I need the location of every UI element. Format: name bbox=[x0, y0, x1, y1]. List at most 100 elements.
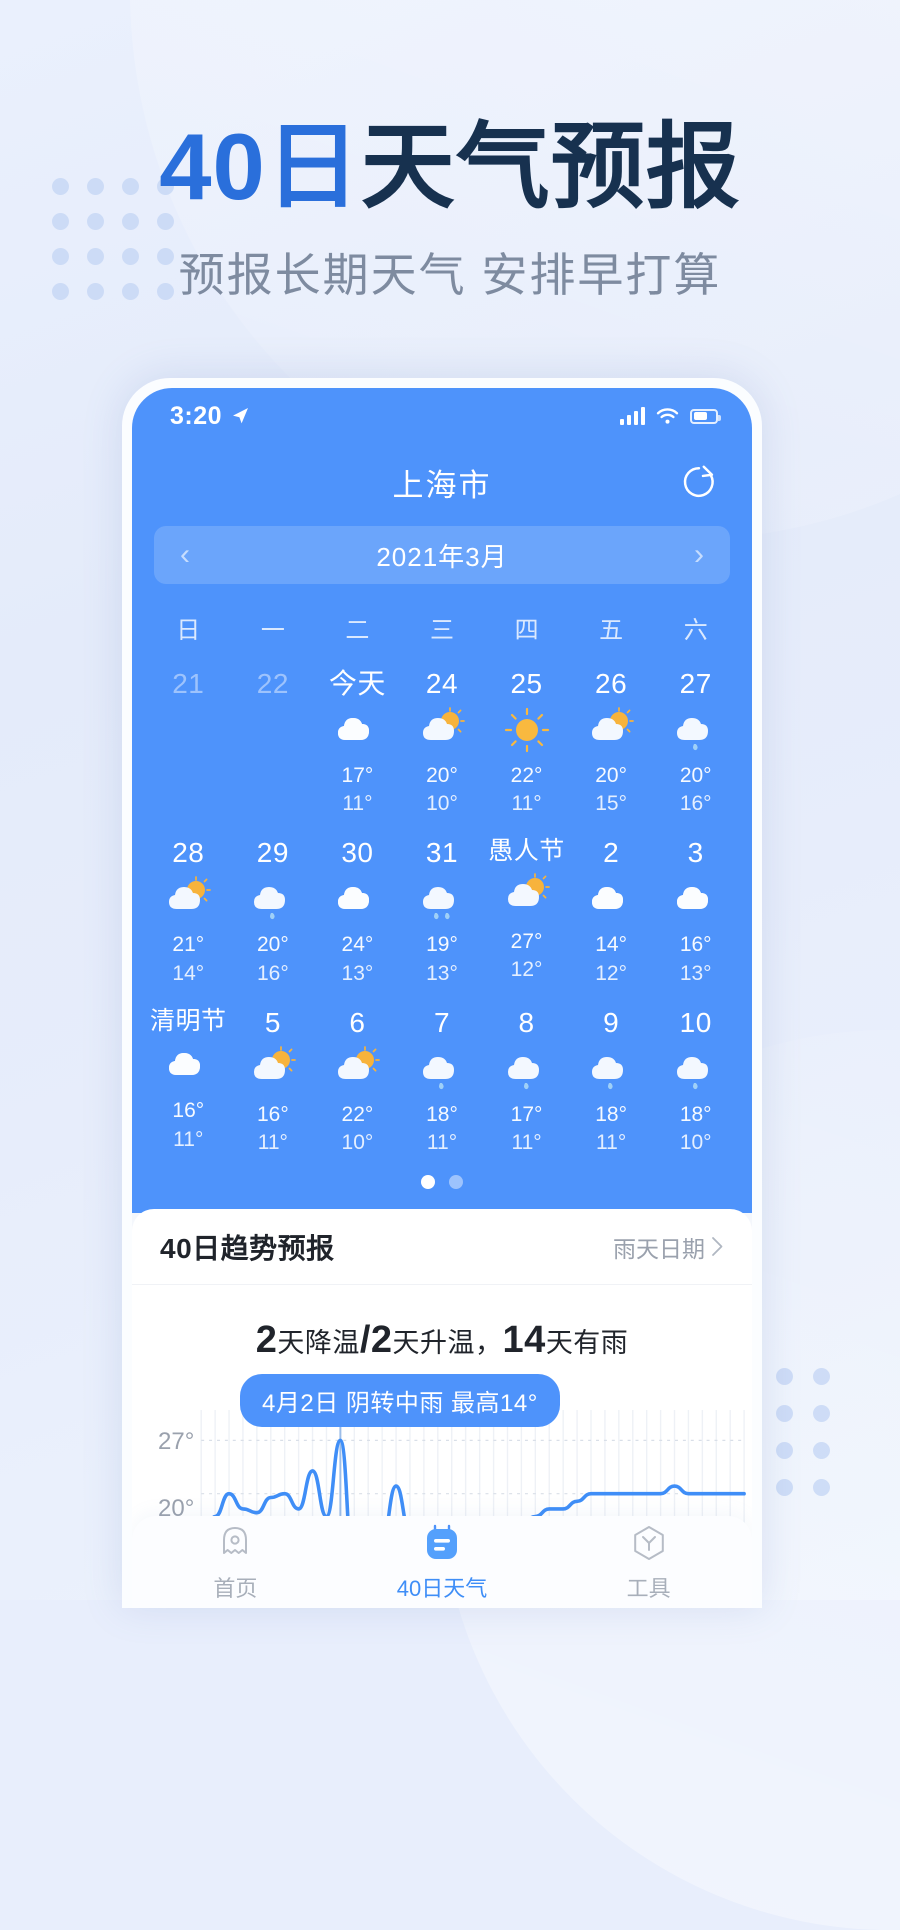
calendar-day-cell[interactable]: 7 18° 11° bbox=[400, 994, 485, 1157]
calendar-day-cell[interactable]: 24 20° 10° bbox=[400, 655, 485, 818]
promo-headline-block: 40日天气预报 预报长期天气 安排早打算 bbox=[0, 117, 900, 305]
day-high-temp: 19° bbox=[426, 933, 458, 957]
day-high-temp: 20° bbox=[595, 763, 628, 787]
day-high-temp: 16° bbox=[172, 1099, 205, 1123]
weather-icon-light-rain bbox=[231, 873, 316, 925]
calendar-day-number: 29 bbox=[256, 837, 289, 869]
weekday-label: 日 bbox=[176, 617, 201, 644]
refresh-icon[interactable] bbox=[680, 463, 718, 501]
cooling-days-count: 2 bbox=[255, 1319, 278, 1362]
calendar-page-indicator[interactable] bbox=[132, 1175, 752, 1190]
weather-icon-partly-cloudy bbox=[146, 873, 231, 925]
calendar-day-cell[interactable]: 清明节 16° 11° bbox=[146, 994, 231, 1157]
city-header: 上海市 bbox=[132, 444, 752, 520]
weather-icon-cloudy bbox=[569, 873, 654, 925]
day-high-temp: 20° bbox=[679, 763, 712, 787]
calendar-day-number: 31 bbox=[425, 837, 459, 869]
calendar-day-cell[interactable]: 今天 17° 11° bbox=[315, 655, 400, 818]
day-high-temp: 18° bbox=[426, 1102, 458, 1126]
calendar-day-cell[interactable]: 10 18° 10° bbox=[653, 994, 738, 1157]
calendar-day-number: 27 bbox=[679, 668, 712, 699]
tab-label: 工具 bbox=[626, 1575, 671, 1601]
day-high-temp: 27° bbox=[510, 929, 543, 953]
cooling-days-label: 天降温 bbox=[277, 1328, 360, 1359]
calendar-day-cell[interactable]: 6 22° 10° bbox=[315, 994, 400, 1157]
day-low-temp: 10° bbox=[426, 792, 458, 816]
chart-tooltip: 4月2日 阴转中雨 最高14° bbox=[240, 1374, 560, 1428]
calendar-day-cell: 22 bbox=[231, 655, 316, 818]
day-low-temp: 10° bbox=[679, 1131, 712, 1155]
calendar-day-cell[interactable]: 8 17° 11° bbox=[484, 994, 569, 1157]
calendar-day-cell[interactable]: 27 20° 16° bbox=[653, 655, 738, 818]
tab-label: 40日天气 bbox=[396, 1575, 488, 1601]
calendar-day-number: 清明节 bbox=[150, 1006, 227, 1035]
calendar-day-cell[interactable]: 25 22° 11° bbox=[484, 655, 569, 818]
day-low-temp: 13° bbox=[426, 961, 458, 985]
tab-home-ghost[interactable]: 首页 bbox=[132, 1522, 339, 1603]
page-dot[interactable] bbox=[449, 1175, 463, 1190]
y-axis-tick-27: 27° bbox=[158, 1428, 195, 1456]
summary-slash: / bbox=[359, 1319, 371, 1362]
city-name: 上海市 bbox=[392, 467, 492, 503]
calendar-day-number: 今天 bbox=[328, 668, 386, 699]
calendar-day-cell[interactable]: 5 16° 11° bbox=[231, 994, 316, 1157]
day-high-temp: 21° bbox=[172, 933, 205, 957]
tab-calendar-card[interactable]: 40日天气 bbox=[339, 1522, 546, 1603]
day-high-temp: 20° bbox=[256, 933, 289, 957]
calendar-day-number: 28 bbox=[172, 837, 205, 869]
home-ghost-icon bbox=[215, 1522, 255, 1564]
page-subtitle: 预报长期天气 安排早打算 bbox=[178, 248, 722, 301]
weather-icon-light-rain bbox=[400, 1043, 485, 1095]
calendar-day-cell[interactable]: 愚人节 27° 12° bbox=[484, 824, 569, 987]
calendar-day-cell[interactable]: 31 19° 13° bbox=[400, 824, 485, 987]
calendar-day-cell[interactable]: 28 21° 14° bbox=[146, 824, 231, 987]
tab-tools-hexagon[interactable]: 工具 bbox=[545, 1522, 752, 1603]
day-low-temp: 11° bbox=[257, 1131, 288, 1155]
weather-icon-cloudy bbox=[146, 1039, 231, 1091]
weekday-label: 二 bbox=[345, 617, 370, 644]
calendar-day-number: 10 bbox=[679, 1006, 712, 1038]
weather-icon-light-rain bbox=[653, 704, 738, 756]
weather-icon-partly-cloudy bbox=[569, 704, 654, 756]
weather-icon-light-rain bbox=[484, 1043, 569, 1095]
weekday-label: 五 bbox=[599, 617, 624, 644]
weather-icon-partly-cloudy bbox=[315, 1043, 400, 1095]
wifi-icon bbox=[656, 408, 679, 424]
calendar-day-number: 21 bbox=[172, 668, 205, 699]
day-low-temp: 12° bbox=[595, 961, 628, 985]
calendar-day-number: 24 bbox=[425, 668, 459, 699]
calendar-day-number: 7 bbox=[433, 1006, 451, 1038]
battery-icon bbox=[690, 408, 721, 424]
decorative-dot-grid-right bbox=[776, 1368, 830, 1496]
calendar-day-cell[interactable]: 9 18° 11° bbox=[569, 994, 654, 1157]
day-low-temp: 13° bbox=[679, 961, 712, 985]
rainy-dates-link[interactable]: 雨天日期 bbox=[613, 1230, 724, 1264]
day-high-temp: 18° bbox=[679, 1102, 712, 1126]
weather-icon-partly-cloudy bbox=[484, 870, 569, 922]
calendar-day-number: 6 bbox=[349, 1006, 366, 1038]
day-low-temp: 15° bbox=[595, 792, 628, 816]
page-dot[interactable] bbox=[421, 1175, 435, 1190]
chevron-right-icon bbox=[712, 1237, 723, 1257]
calendar-week-row: 清明节 16° 11° 5 16° 11° 6 22° 10° 7 18° 11° 8 17° 11° 9 18… bbox=[146, 994, 738, 1157]
cellular-signal-icon bbox=[620, 407, 645, 425]
calendar-day-cell[interactable]: 30 24° 13° bbox=[315, 824, 400, 987]
weather-icon-sunny bbox=[484, 704, 569, 756]
prev-month-button[interactable]: ‹ bbox=[180, 540, 190, 570]
calendar-day-cell[interactable]: 26 20° 15° bbox=[569, 655, 654, 818]
day-high-temp: 17° bbox=[341, 763, 374, 787]
calendar-day-cell[interactable]: 2 14° 12° bbox=[569, 824, 654, 987]
calendar-day-cell[interactable]: 3 16° 13° bbox=[653, 824, 738, 987]
rainy-dates-label: 雨天日期 bbox=[613, 1235, 705, 1262]
phone-mockup: 3:20 上海市 ‹ 2021年3月 › 日 一 二 三 四 五 六 21 22… bbox=[122, 378, 762, 1608]
weather-icon-partly-cloudy bbox=[400, 704, 485, 756]
next-month-button[interactable]: › bbox=[694, 540, 704, 570]
calendar-day-cell[interactable]: 29 20° 16° bbox=[231, 824, 316, 987]
calendar-day-number: 2 bbox=[603, 837, 620, 869]
weather-icon-light-rain bbox=[569, 1043, 654, 1095]
calendar-day-cell: 21 bbox=[146, 655, 231, 818]
calendar-day-number: 9 bbox=[603, 1006, 620, 1038]
tools-hexagon-icon bbox=[629, 1522, 669, 1564]
page-title-highlight: 40日 bbox=[159, 114, 361, 219]
bottom-tab-bar: 首页 40日天气 工具 bbox=[132, 1516, 752, 1608]
